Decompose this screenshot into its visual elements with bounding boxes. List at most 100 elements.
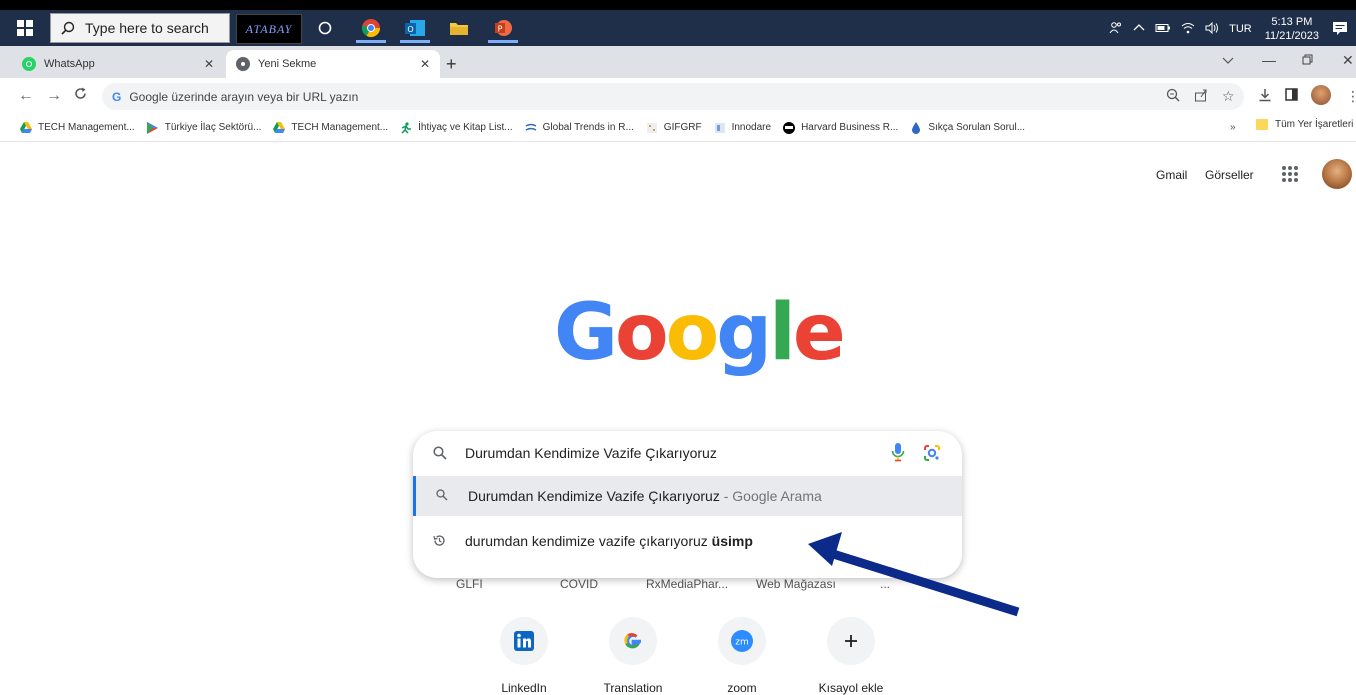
folder-icon xyxy=(1256,119,1268,130)
bookmark-label: Türkiye İlaç Sektörü... xyxy=(164,122,262,133)
download-icon[interactable] xyxy=(1258,88,1272,105)
site-icon xyxy=(646,122,658,134)
new-tab-button[interactable]: + xyxy=(446,54,457,75)
windows-logo-icon xyxy=(17,20,33,36)
all-bookmarks-folder[interactable]: Tüm Yer İşaretleri xyxy=(1256,119,1353,130)
shortcut-linkedin[interactable]: LinkedIn xyxy=(474,617,574,695)
suggestion-item[interactable]: durumdan kendimize vazife çıkarıyoruz üs… xyxy=(413,521,962,561)
bookmark-item[interactable]: Innodare xyxy=(714,122,771,134)
history-icon xyxy=(433,535,445,546)
language-indicator[interactable]: TUR xyxy=(1229,23,1252,35)
search-input[interactable]: Durumdan Kendimize Vazife Çıkarıyoruz xyxy=(413,431,962,476)
close-window-button[interactable]: ✕ xyxy=(1342,52,1354,69)
shortcut-tile xyxy=(500,617,548,665)
folder-icon xyxy=(450,23,468,35)
bookmark-label: TECH Management... xyxy=(291,122,389,133)
zoom-icon[interactable] xyxy=(1166,88,1180,105)
powerpoint-icon: P xyxy=(495,20,512,36)
taskbar-search-placeholder: Type here to search xyxy=(85,20,209,36)
chevron-up-icon[interactable] xyxy=(1133,23,1145,35)
shortcut-zoom[interactable]: zm zoom xyxy=(692,617,792,695)
drive-icon xyxy=(20,122,32,134)
bookmark-item[interactable]: Global Trends in R... xyxy=(525,122,634,134)
images-link[interactable]: Görseller xyxy=(1205,168,1254,182)
shortcut-tile-label[interactable]: Web Mağazası xyxy=(756,577,836,591)
speaker-icon[interactable] xyxy=(1205,21,1219,37)
bookmark-item[interactable]: Harvard Business R... xyxy=(783,121,899,134)
bookmark-star-icon[interactable]: ☆ xyxy=(1222,88,1235,105)
bookmark-item[interactable]: Türkiye İlaç Sektörü... xyxy=(147,121,262,134)
taskbar-file-explorer[interactable] xyxy=(440,13,478,43)
forward-button[interactable]: → xyxy=(46,87,62,105)
shortcut-tile-label[interactable]: ... xyxy=(880,577,890,591)
address-bar[interactable]: G Google üzerinde arayın veya bir URL ya… xyxy=(102,83,1244,110)
bookmark-item[interactable]: GIFGRF xyxy=(646,122,702,134)
ataybay-label: ATABAY xyxy=(245,21,293,36)
taskbar-ataybay-app[interactable]: ATABAY xyxy=(236,14,302,44)
shortcut-tile-label[interactable]: GLFI xyxy=(456,577,483,591)
bookmark-label: Harvard Business R... xyxy=(801,122,899,133)
address-bar-placeholder: Google üzerinde arayın veya bir URL yazı… xyxy=(129,89,359,104)
wifi-icon[interactable] xyxy=(1181,22,1195,37)
system-tray: TUR 5:13 PM 11/21/2023 xyxy=(1104,12,1356,46)
bookmark-item[interactable]: TECH Management... xyxy=(20,122,135,134)
gmail-link[interactable]: Gmail xyxy=(1156,168,1187,182)
close-icon[interactable]: ✕ xyxy=(420,57,430,71)
tab-yeni-sekme[interactable]: Yeni Sekme ✕ xyxy=(226,50,440,78)
bookmark-label: GIFGRF xyxy=(663,122,702,133)
shortcut-label: Kısayol ekle xyxy=(818,681,884,695)
taskbar-clock[interactable]: 5:13 PM 11/21/2023 xyxy=(1265,15,1319,43)
bookmarks-overflow-button[interactable]: » xyxy=(1230,122,1236,133)
bookmark-label: TECH Management... xyxy=(38,122,135,133)
side-panel-icon[interactable] xyxy=(1285,88,1298,104)
shortcut-tile-label[interactable]: COVID xyxy=(560,577,598,591)
battery-icon[interactable] xyxy=(1155,23,1171,36)
shortcut-label: zoom xyxy=(727,681,757,695)
shortcut-tile: zm xyxy=(718,617,766,665)
google-lens-icon[interactable] xyxy=(923,444,941,462)
restore-button[interactable] xyxy=(1302,52,1313,68)
tab-whatsapp[interactable]: WhatsApp ✕ xyxy=(12,50,224,78)
play-icon xyxy=(147,121,159,134)
account-avatar[interactable] xyxy=(1322,159,1352,189)
windows-start-button[interactable] xyxy=(6,12,44,44)
google-apps-icon[interactable] xyxy=(1282,166,1298,182)
suggestion-item[interactable]: Durumdan Kendimize Vazife Çıkarıyoruz - … xyxy=(413,476,962,516)
taskbar-outlook[interactable]: O xyxy=(396,13,434,43)
taskbar-chrome[interactable] xyxy=(352,13,390,43)
more-menu-icon[interactable]: ⋮ xyxy=(1346,88,1356,105)
bookmark-label: Sıkça Sorulan Sorul... xyxy=(928,122,1026,133)
back-button[interactable]: ← xyxy=(18,87,34,105)
drive-icon xyxy=(273,122,286,134)
taskbar-cortana-button[interactable] xyxy=(306,13,344,43)
whatsapp-icon xyxy=(22,57,36,71)
people-icon[interactable] xyxy=(1109,21,1123,37)
hbr-icon xyxy=(783,121,796,134)
google-icon: G xyxy=(112,89,122,104)
notification-icon[interactable] xyxy=(1332,20,1348,39)
search-icon xyxy=(61,21,75,35)
taskbar-powerpoint[interactable]: P xyxy=(484,13,522,43)
svg-text:O: O xyxy=(407,25,413,34)
bookmark-item[interactable]: TECH Management... xyxy=(273,122,388,134)
bookmark-item[interactable]: Sıkça Sorulan Sorul... xyxy=(910,121,1026,134)
plus-icon xyxy=(845,635,857,647)
reload-button[interactable] xyxy=(74,87,87,105)
shortcut-add[interactable]: Kısayol ekle xyxy=(801,617,901,695)
tab-search-chevron-icon[interactable] xyxy=(1222,52,1234,68)
shortcut-translation[interactable]: Translation xyxy=(583,617,683,695)
suggestion-query: durumdan kendimize vazife çıkarıyoruz xyxy=(465,533,712,549)
reload-icon xyxy=(75,87,86,99)
globe-icon xyxy=(525,122,537,134)
profile-avatar[interactable] xyxy=(1311,85,1331,105)
minimize-button[interactable]: — xyxy=(1262,52,1276,68)
share-icon[interactable] xyxy=(1194,88,1208,105)
shortcut-label: LinkedIn xyxy=(501,681,547,695)
close-icon[interactable]: ✕ xyxy=(204,57,214,71)
bookmark-item[interactable]: İhtiyaç ve Kitap List... xyxy=(400,121,513,134)
shortcut-tile-label[interactable]: RxMediaPhar... xyxy=(646,577,728,591)
microphone-icon[interactable] xyxy=(891,443,905,463)
bookmark-label: Global Trends in R... xyxy=(542,122,634,133)
svg-text:zm: zm xyxy=(735,638,749,648)
taskbar-search-box[interactable]: Type here to search xyxy=(50,13,230,43)
